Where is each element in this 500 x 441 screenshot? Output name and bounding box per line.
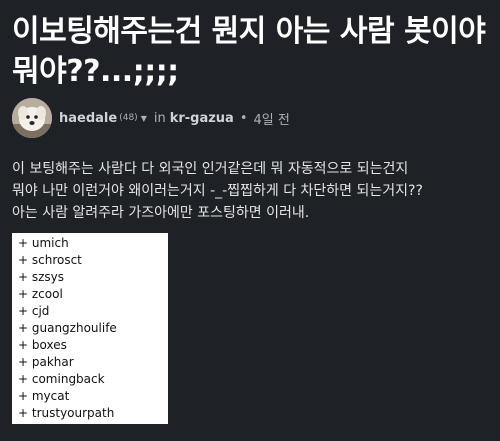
in-label: in xyxy=(153,110,166,126)
voter-item: + szsys xyxy=(18,270,65,284)
meta-separator: • xyxy=(239,110,248,126)
voter-item: + zcool xyxy=(18,287,63,301)
author-avatar[interactable] xyxy=(12,98,52,138)
body-line: 이 보팅해주는 사람다 다 외국인 인거같은데 뭐 자동적으로 되는건지 xyxy=(12,161,409,177)
chevron-down-icon[interactable]: ▼ xyxy=(141,114,147,123)
voter-item: + cjd xyxy=(18,304,50,318)
author-name[interactable]: haedale xyxy=(59,111,117,126)
voter-item: + mycat xyxy=(18,389,70,403)
post-body: 이 보팅해주는 사람다 다 외국인 인거같은데 뭐 자동적으로 되는건지 뭐야 … xyxy=(12,158,494,224)
author-reputation: (48) xyxy=(119,113,138,123)
body-line: 뭐야 나만 이런거야 왜이러는거지 -_-찝찝하게 다 차단하면 되는거지?? xyxy=(12,183,423,199)
voter-item: + comingback xyxy=(18,372,105,386)
post-meta: haedale (48) ▼ in kr-gazua • 4일 전 xyxy=(12,97,290,139)
voter-item: + schrosct xyxy=(18,253,82,267)
voter-item: + boxes xyxy=(18,338,67,352)
community-link[interactable]: kr-gazua xyxy=(170,111,234,126)
voter-list: + umich + schrosct + szsys + zcool + cjd… xyxy=(12,233,168,424)
voter-item: + trustyourpath xyxy=(18,406,115,420)
post-timestamp[interactable]: 4일 전 xyxy=(254,109,290,128)
voter-item: + pakhar xyxy=(18,355,74,369)
voter-item: + umich xyxy=(18,236,69,250)
dog-avatar-icon xyxy=(12,98,52,138)
post-title: 이보팅해주는건 뭔지 아는 사람 봇이야 뭐야??...;;;; xyxy=(12,14,486,89)
body-line: 아는 사람 알려주라 가즈아에만 포스팅하면 이러내. xyxy=(12,205,310,221)
voter-item: + guangzhoulife xyxy=(18,321,117,335)
